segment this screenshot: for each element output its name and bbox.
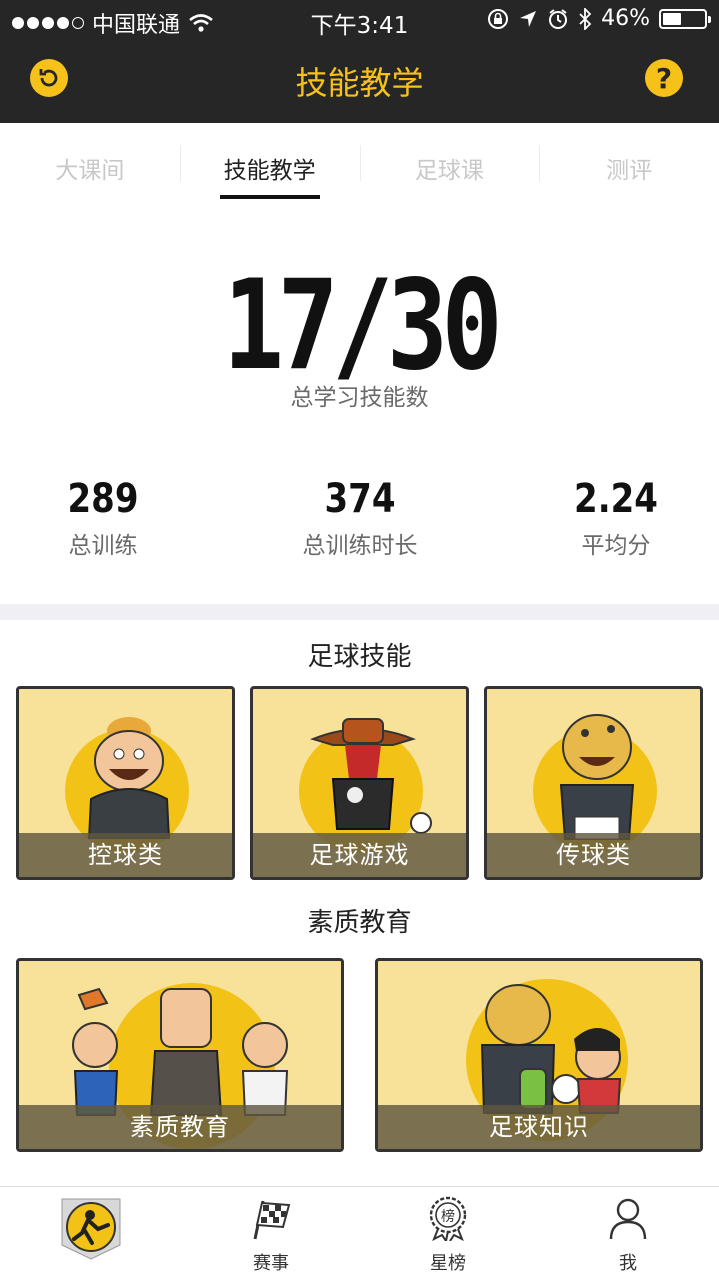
- card-label: 足球知识: [378, 1105, 700, 1149]
- alarm-icon: [549, 8, 568, 29]
- tab-skill-teaching[interactable]: 技能教学: [179, 123, 360, 203]
- character-illustration-icon: [480, 984, 622, 1114]
- tab-football-class[interactable]: 足球课: [359, 123, 540, 203]
- section-divider: [0, 604, 719, 620]
- bottom-nav-me[interactable]: 我: [568, 1187, 688, 1280]
- battery-icon: [659, 8, 711, 29]
- card-football-knowledge[interactable]: 足球知识: [375, 958, 703, 1152]
- stat-value: 374: [324, 476, 396, 522]
- card-quality-education[interactable]: 素质教育: [16, 958, 344, 1152]
- user-icon: [609, 1198, 647, 1240]
- skills-learned-label: 总学习技能数: [290, 385, 429, 411]
- card-label: 素质教育: [19, 1105, 341, 1149]
- character-illustration-icon: [72, 987, 289, 1116]
- card-label: 足球游戏: [253, 833, 466, 877]
- stat-value: 2.24: [574, 476, 658, 522]
- ranking-badge-icon: 榜: [429, 1196, 467, 1241]
- quality-education-title: 素质教育: [307, 908, 412, 938]
- skills-learned-count: 17/30: [222, 254, 503, 398]
- character-illustration-icon: [559, 714, 635, 840]
- tab-assessment[interactable]: 测评: [539, 123, 719, 203]
- stat-value: 289: [67, 476, 139, 522]
- card-label: 控球类: [19, 833, 232, 877]
- tab-recess[interactable]: 大课间: [0, 123, 180, 203]
- location-icon: [520, 10, 537, 27]
- card-label: 传球类: [487, 833, 700, 877]
- stat-label: 平均分: [581, 533, 651, 559]
- bottom-nav: 赛事 榜 星榜 我: [0, 1186, 719, 1280]
- status-bar: 中国联通 下午3:41 46%: [0, 0, 719, 40]
- help-icon: ?: [655, 61, 673, 95]
- bottom-nav-label: 赛事: [253, 1253, 289, 1274]
- page-title: 技能教学: [295, 64, 424, 102]
- battery-percent: 46%: [601, 6, 650, 31]
- checkered-flag-icon: [253, 1200, 291, 1240]
- stat-total-duration: 374 总训练时长: [240, 476, 480, 560]
- character-illustration-icon: [87, 717, 171, 839]
- football-player-icon: [61, 1198, 121, 1260]
- rotation-lock-icon: [488, 8, 509, 29]
- football-skills-title: 足球技能: [307, 642, 412, 672]
- help-button[interactable]: ?: [645, 59, 683, 97]
- stat-label: 总训练: [68, 533, 138, 559]
- bottom-nav-star-ranking[interactable]: 榜 星榜: [388, 1187, 508, 1280]
- top-bar: 中国联通 下午3:41 46% 技能教学 ?: [0, 0, 719, 123]
- card-passing[interactable]: 传球类: [484, 686, 703, 880]
- character-illustration-icon: [309, 718, 432, 834]
- card-football-games[interactable]: 足球游戏: [250, 686, 469, 880]
- card-ball-control[interactable]: 控球类: [16, 686, 235, 880]
- bluetooth-icon: [579, 7, 592, 30]
- stat-label: 总训练时长: [302, 533, 418, 559]
- bottom-nav-label: 星榜: [430, 1253, 466, 1274]
- stat-average-score: 2.24 平均分: [496, 476, 719, 560]
- stat-total-training: 289 总训练: [0, 476, 223, 560]
- tab-bar: 大课间 技能教学 足球课 测评: [0, 123, 719, 203]
- bottom-nav-matches[interactable]: 赛事: [211, 1187, 331, 1280]
- bottom-nav-label: 我: [619, 1253, 637, 1274]
- ranking-badge-char: 榜: [441, 1208, 455, 1225]
- bottom-nav-home[interactable]: [30, 1187, 150, 1280]
